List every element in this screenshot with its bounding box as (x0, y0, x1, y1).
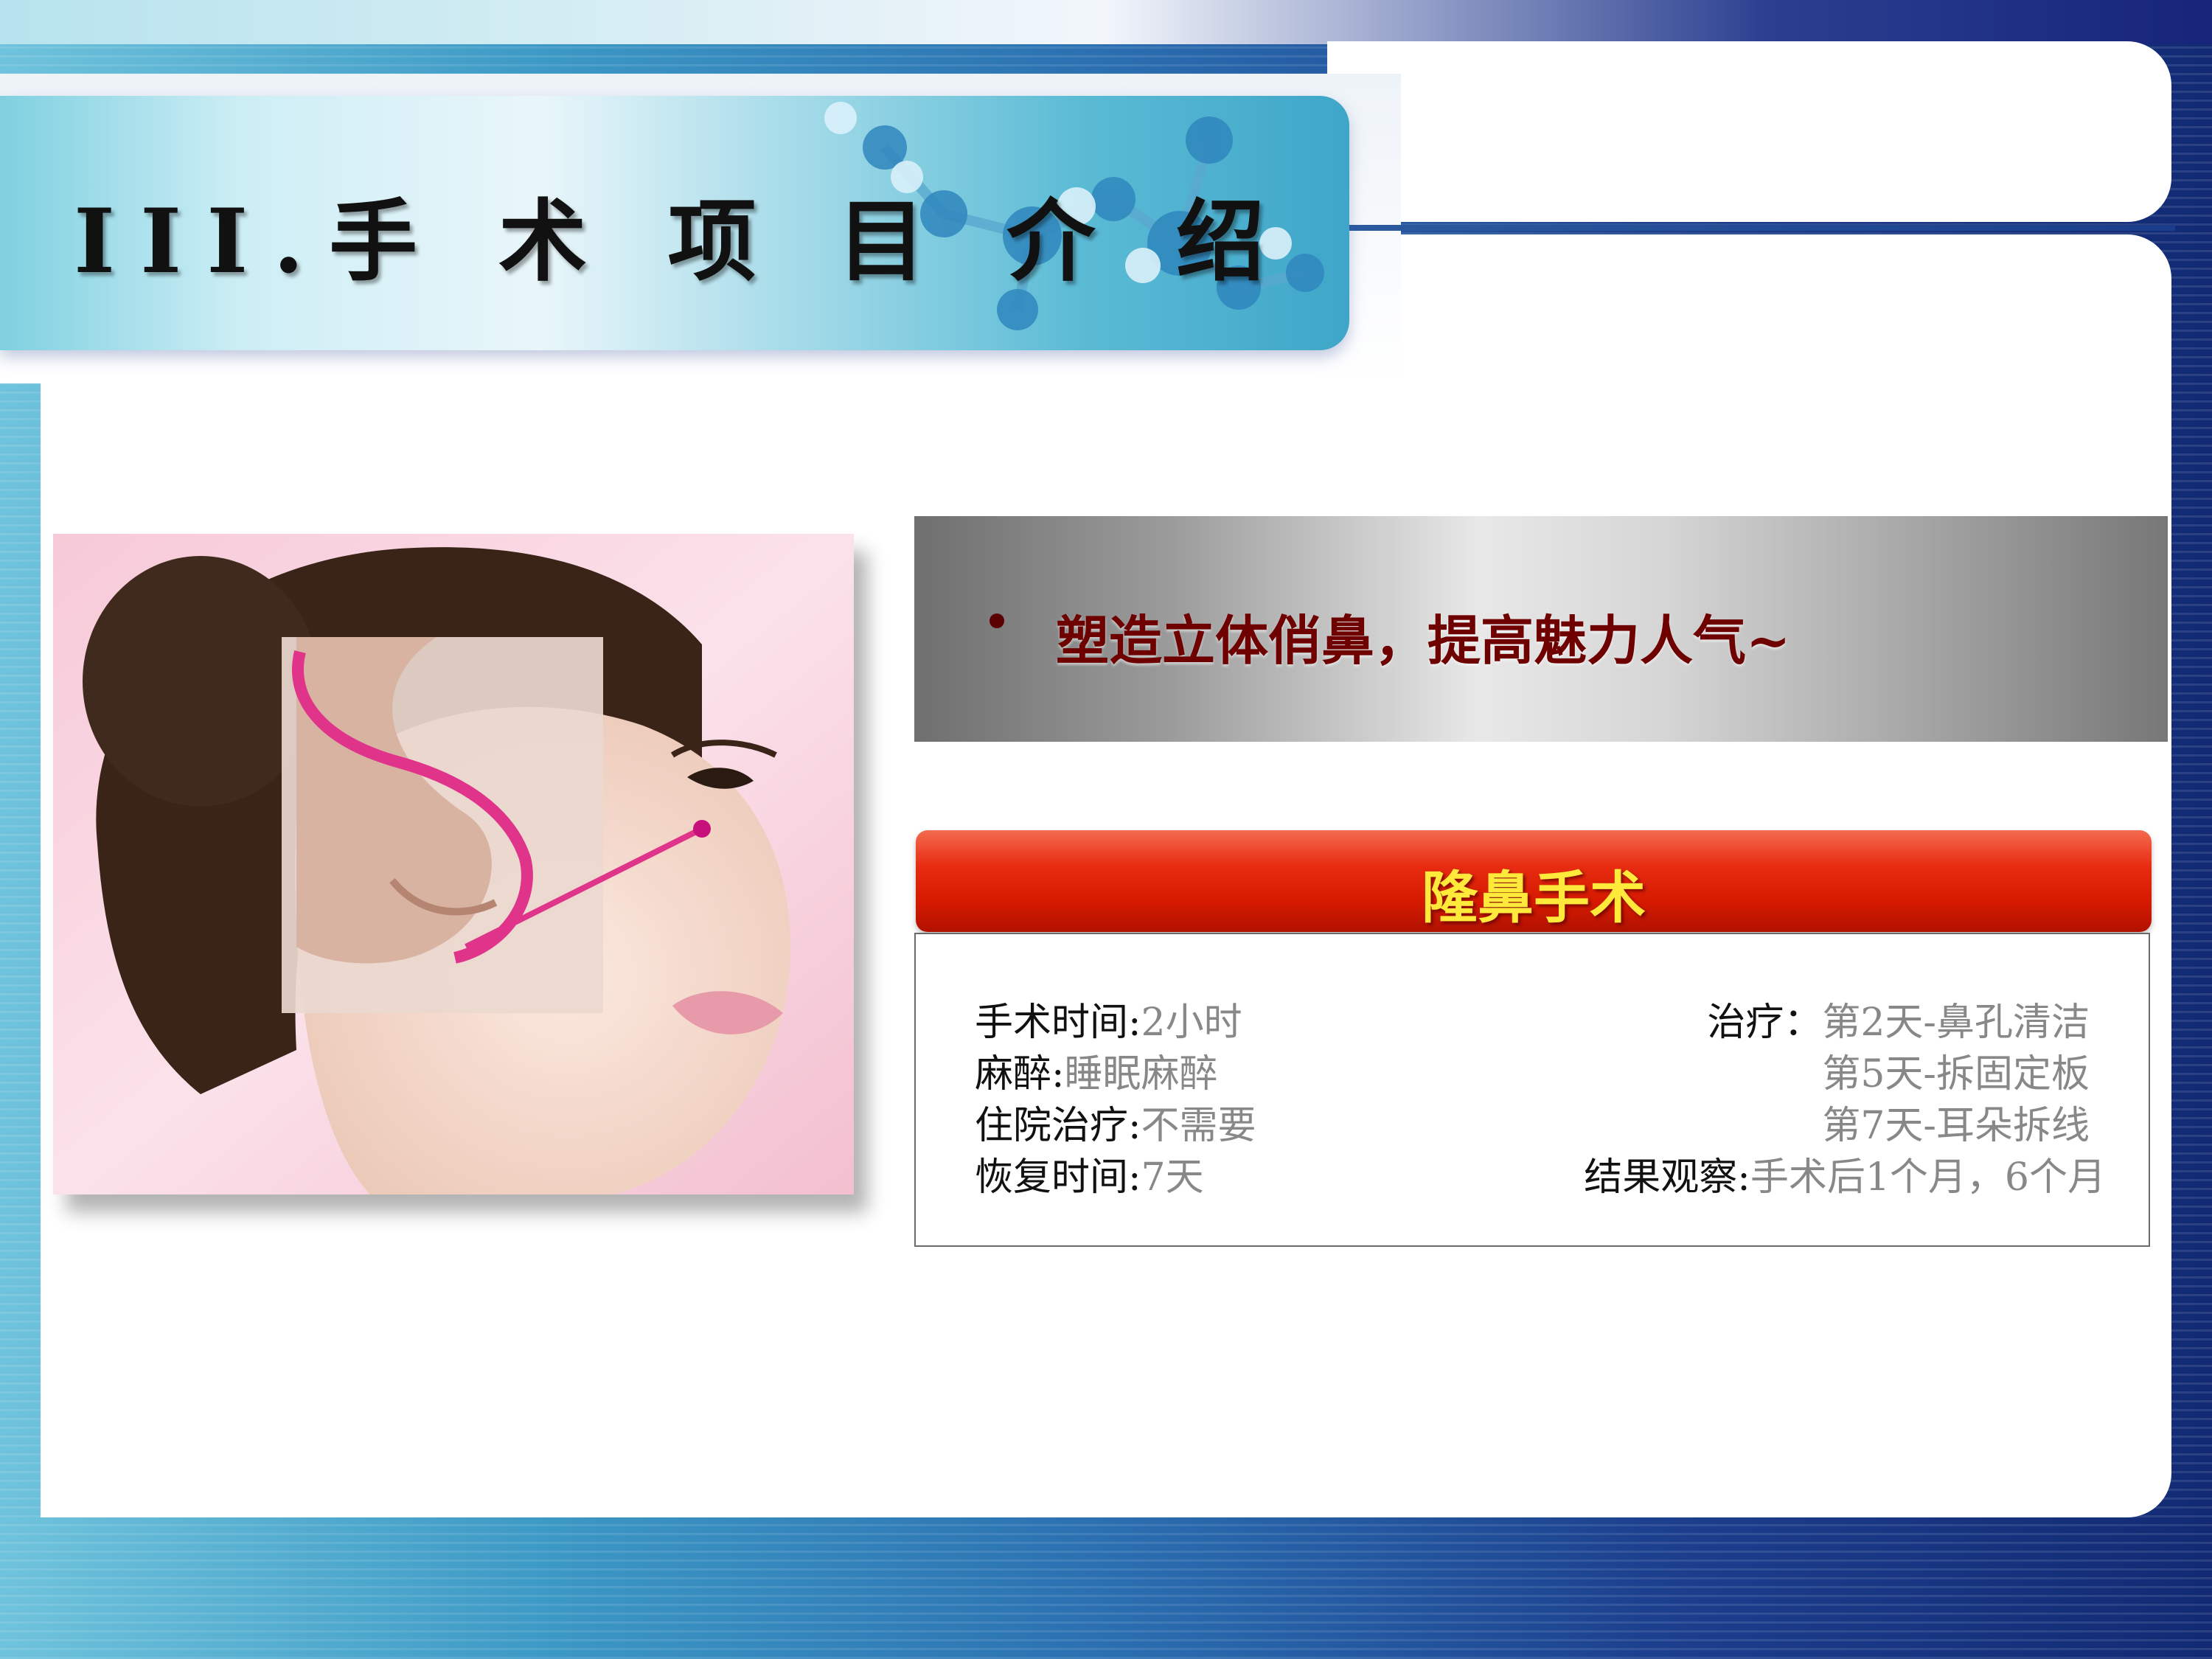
detail-label: 结果观察: (1584, 1155, 1750, 1200)
detail-label: 麻醉: (975, 1052, 1065, 1096)
rhinoplasty-photo (53, 534, 854, 1194)
detail-row-recovery: 恢复时间:7天 (975, 1158, 1204, 1197)
detail-value: 睡眠麻醉 (1064, 1052, 1218, 1096)
detail-row-treatment-day7: 第7天-耳朵拆线 (1822, 1107, 2090, 1145)
detail-row-treatment-day5: 第5天-拆固定板 (1822, 1055, 2090, 1093)
banner-underline (1349, 225, 2175, 231)
slide-title: III.手 术 项 目 介 绍 (74, 189, 1290, 293)
detail-label: 手术时间: (975, 1001, 1141, 1045)
procedure-details-box: 手术时间:2小时 麻醉:睡眠麻醉 住院治疗:不需要 恢复时间:7天 治疗：第2天… (914, 933, 2150, 1247)
detail-row-anesthesia: 麻醉:睡眠麻醉 (975, 1055, 1218, 1093)
slogan-text: 塑造立体俏鼻，提高魅力人气~ (1056, 609, 1791, 672)
detail-row-treatment: 治疗：第2天-鼻孔清洁 (1707, 1004, 2090, 1042)
detail-value: 手术后1个月，6个月 (1750, 1155, 2106, 1200)
detail-row-result: 结果观察:手术后1个月，6个月 (1584, 1158, 2106, 1197)
title-banner: III.手 术 项 目 介 绍 (0, 96, 1349, 350)
bullet-dot-icon (990, 613, 1004, 628)
detail-value: 第7天-耳朵拆线 (1822, 1104, 2090, 1148)
detail-label: 住院治疗: (975, 1104, 1141, 1148)
detail-value: 7天 (1141, 1155, 1204, 1200)
detail-row-time: 手术时间:2小时 (975, 1004, 1242, 1042)
procedure-title: 隆鼻手术 (1422, 865, 1646, 931)
detail-value: 第2天-鼻孔清洁 (1822, 1001, 2090, 1045)
detail-value: 不需要 (1141, 1104, 1256, 1148)
detail-label: 治疗： (1707, 1001, 1823, 1045)
background-top-band (0, 0, 2212, 44)
upper-white-panel (1327, 41, 2171, 222)
detail-row-hospital: 住院治疗:不需要 (975, 1107, 1256, 1145)
detail-value: 2小时 (1141, 1001, 1242, 1045)
detail-label: 恢复时间: (975, 1155, 1141, 1200)
detail-value: 第5天-拆固定板 (1822, 1052, 2090, 1096)
procedure-header: 隆鼻手术 (916, 830, 2152, 932)
